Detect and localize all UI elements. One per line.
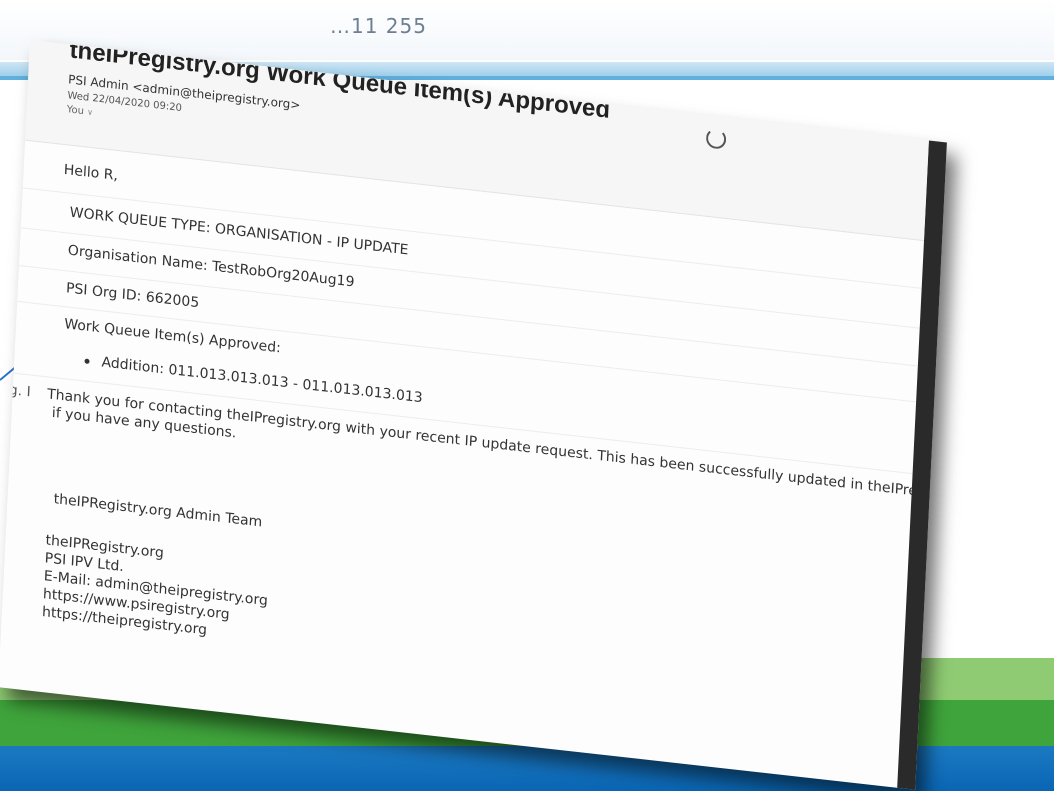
loading-spinner-icon: [705, 127, 727, 150]
recipient-label: You: [66, 104, 85, 118]
psi-org-id: PSI Org ID: 662005: [65, 280, 200, 312]
approved-heading: Work Queue Item(s) Approved:: [63, 316, 282, 357]
organisation-name: Organisation Name: TestRobOrg20Aug19: [67, 242, 355, 291]
presentation-slide: …11 255 theIPregistry.org Work Queue Ite…: [0, 0, 1054, 791]
email-recipient[interactable]: You ∨: [66, 104, 93, 118]
chevron-down-icon[interactable]: ∨: [87, 107, 93, 117]
email-greeting: Hello R,: [63, 161, 119, 184]
bullet-icon: [84, 357, 90, 364]
email-signoff: theIPRegistry.org Admin Team: [53, 491, 263, 531]
thank-you-message: g. I Thank you for contacting theIPregis…: [8, 382, 946, 506]
email-screenshot: theIPregistry.org Work Queue Item(s) App…: [0, 40, 947, 790]
thank-you-line-1: Thank you for contacting theIPregistry.o…: [46, 386, 947, 506]
body-divider: [20, 227, 920, 329]
